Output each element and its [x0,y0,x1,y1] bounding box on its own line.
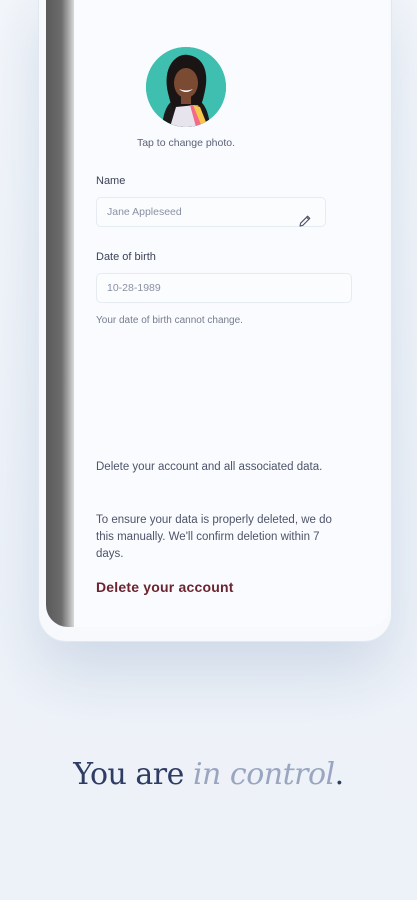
profile-avatar[interactable] [146,47,226,127]
tagline: You are in control. [0,757,417,792]
name-field-value: Jane Appleseed [107,206,182,218]
dob-field: 10-28-1989 [96,273,352,303]
tagline-emphasis: in control [192,757,335,792]
dob-field-value: 10-28-1989 [107,282,161,294]
photo-caption: Tap to change photo. [136,137,236,149]
tagline-prefix: You are [73,757,193,792]
dob-helper-text: Your date of birth cannot change. [96,315,243,326]
phone-side-edge [46,0,74,627]
dob-label: Date of birth [96,251,156,263]
avatar-photo [146,47,226,127]
delete-account-link[interactable]: Delete your account [96,579,234,595]
delete-note: To ensure your data is properly deleted,… [96,514,332,560]
tagline-suffix: . [334,757,345,792]
pencil-icon[interactable] [298,214,312,228]
name-label: Name [96,175,126,187]
delete-description: Delete your account and all associated d… [96,461,323,473]
name-field[interactable]: Jane Appleseed [96,197,326,227]
